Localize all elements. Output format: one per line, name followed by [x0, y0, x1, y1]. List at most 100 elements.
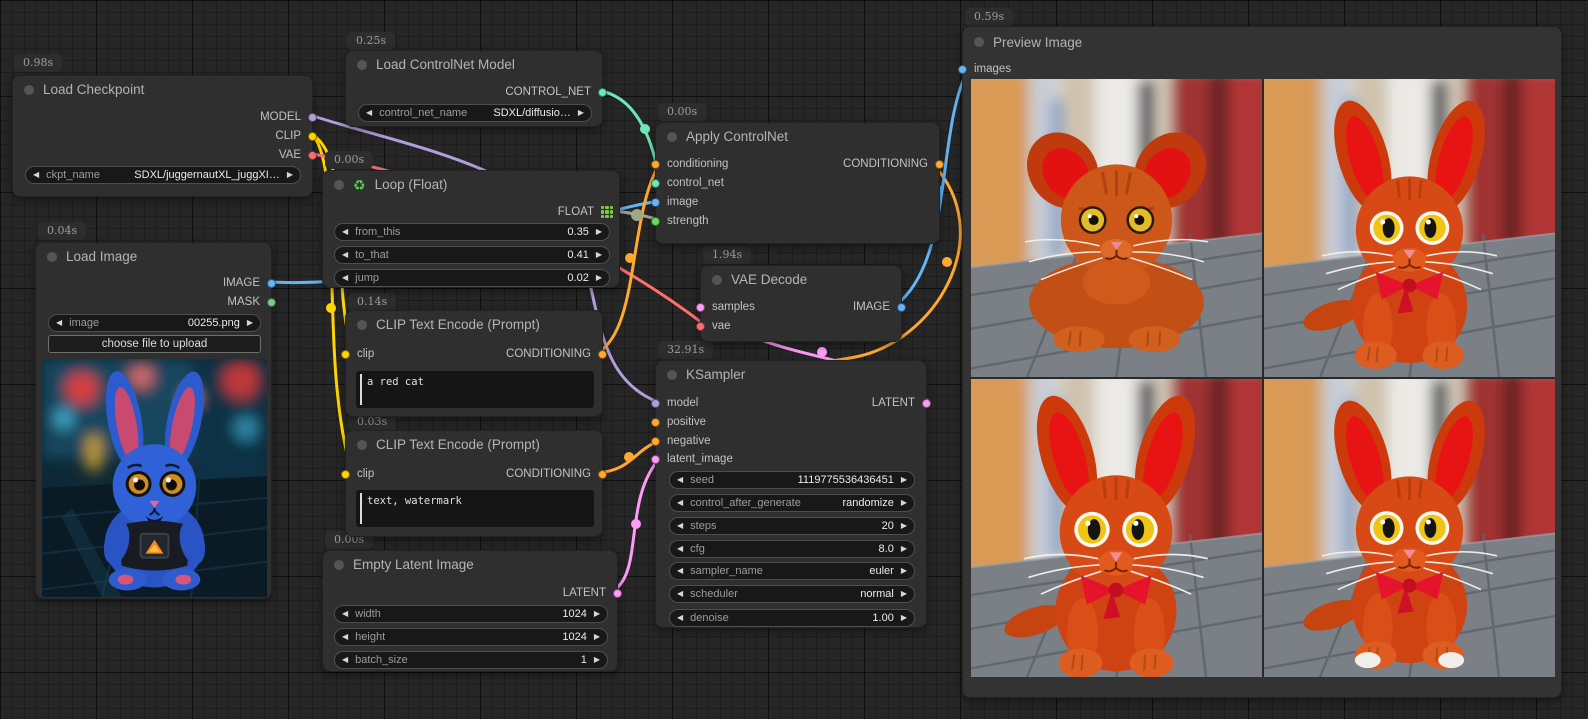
node-title-bar[interactable]: CLIP Text Encode (Prompt) [346, 311, 602, 338]
ckpt-name-widget[interactable]: ◀ ckpt_name SDXL/juggernautXL_juggXI… ▶ [25, 166, 301, 184]
output-slot-clip[interactable]: CLIP [275, 127, 317, 145]
slot-dot[interactable] [598, 470, 607, 479]
slot-dot[interactable] [651, 179, 660, 188]
decrement-arrow-icon[interactable]: ◀ [342, 228, 348, 236]
node-title-bar[interactable]: CLIP Text Encode (Prompt) [346, 431, 602, 458]
slot-dot[interactable] [267, 279, 276, 288]
increment-arrow-icon[interactable]: ▶ [594, 610, 600, 618]
increment-arrow-icon[interactable]: ▶ [901, 590, 907, 598]
increment-arrow-icon[interactable]: ▶ [596, 274, 602, 282]
sampler-name-widget[interactable]: ◀ sampler_name euler ▶ [669, 562, 915, 580]
prompt-textarea[interactable]: text, watermark [356, 490, 594, 527]
decrement-arrow-icon[interactable]: ◀ [677, 614, 683, 622]
increment-arrow-icon[interactable]: ▶ [901, 567, 907, 575]
node-title-bar[interactable]: ♻ Loop (Float) [323, 171, 619, 198]
input-slot-conditioning[interactable]: conditioning [651, 155, 728, 173]
output-slot-mask[interactable]: MASK [227, 293, 276, 311]
output-slot-conditioning[interactable]: CONDITIONING [506, 465, 607, 483]
increment-arrow-icon[interactable]: ▶ [901, 522, 907, 530]
collapse-dot[interactable] [357, 440, 367, 450]
increment-arrow-icon[interactable]: ▶ [287, 171, 293, 179]
collapse-dot[interactable] [357, 320, 367, 330]
scheduler-widget[interactable]: ◀ scheduler normal ▶ [669, 585, 915, 603]
collapse-dot[interactable] [712, 275, 722, 285]
slot-dot[interactable] [897, 303, 906, 312]
node-title-bar[interactable]: VAE Decode [701, 266, 901, 293]
input-slot-strength[interactable]: strength [651, 212, 709, 230]
denoise-widget[interactable]: ◀ denoise 1.00 ▶ [669, 609, 915, 627]
output-slot-image[interactable]: IMAGE [223, 274, 276, 292]
output-slot-float[interactable]: FLOAT [558, 203, 613, 221]
increment-arrow-icon[interactable]: ▶ [594, 633, 600, 641]
collapse-dot[interactable] [334, 180, 344, 190]
output-slot-conditioning[interactable]: CONDITIONING [506, 345, 607, 363]
output-slot-model[interactable]: MODEL [260, 108, 317, 126]
input-slot-model[interactable]: model [651, 394, 698, 412]
node-clip-text-encode-positive[interactable]: CLIP Text Encode (Prompt) clip CONDITION… [345, 310, 603, 417]
slot-dot[interactable] [651, 198, 660, 207]
collapse-dot[interactable] [47, 252, 57, 262]
decrement-arrow-icon[interactable]: ◀ [56, 319, 62, 327]
decrement-arrow-icon[interactable]: ◀ [33, 171, 39, 179]
node-title-bar[interactable]: Preview Image [963, 27, 1561, 57]
collapse-dot[interactable] [334, 560, 344, 570]
node-load-checkpoint[interactable]: Load Checkpoint MODEL CLIP VAE ◀ ckpt_na… [12, 75, 313, 197]
node-title-bar[interactable]: Empty Latent Image [323, 551, 617, 578]
collapse-dot[interactable] [974, 37, 984, 47]
node-vae-decode[interactable]: VAE Decode samples vae IMAGE [700, 265, 902, 342]
node-load-image[interactable]: Load Image IMAGE MASK ◀ image 00255.png … [35, 242, 272, 599]
collapse-dot[interactable] [667, 132, 677, 142]
decrement-arrow-icon[interactable]: ◀ [677, 522, 683, 530]
slot-dot[interactable] [696, 303, 705, 312]
node-load-controlnet-model[interactable]: Load ControlNet Model CONTROL_NET ◀ cont… [345, 50, 603, 127]
preview-image-1[interactable] [971, 79, 1262, 377]
increment-arrow-icon[interactable]: ▶ [247, 319, 253, 327]
steps-widget[interactable]: ◀ steps 20 ▶ [669, 517, 915, 535]
decrement-arrow-icon[interactable]: ◀ [366, 109, 372, 117]
input-slot-samples[interactable]: samples [696, 298, 755, 316]
slot-dot[interactable] [935, 160, 944, 169]
node-title-bar[interactable]: Load Checkpoint [13, 76, 312, 103]
output-slot-image[interactable]: IMAGE [853, 298, 906, 316]
increment-arrow-icon[interactable]: ▶ [901, 545, 907, 553]
decrement-arrow-icon[interactable]: ◀ [677, 590, 683, 598]
decrement-arrow-icon[interactable]: ◀ [342, 610, 348, 618]
node-title-bar[interactable]: Apply ControlNet [656, 123, 939, 150]
slot-dot[interactable] [651, 418, 660, 427]
cfg-widget[interactable]: ◀ cfg 8.0 ▶ [669, 540, 915, 558]
output-slot-control-net[interactable]: CONTROL_NET [505, 83, 607, 101]
seed-widget[interactable]: ◀ seed 1119775536436451 ▶ [669, 471, 915, 489]
slot-dot[interactable] [651, 437, 660, 446]
node-apply-controlnet[interactable]: Apply ControlNet conditioning control_ne… [655, 122, 940, 244]
input-slot-image[interactable]: image [651, 193, 698, 211]
increment-arrow-icon[interactable]: ▶ [901, 476, 907, 484]
decrement-arrow-icon[interactable]: ◀ [342, 633, 348, 641]
output-slot-vae[interactable]: VAE [279, 146, 317, 164]
slot-dot[interactable] [341, 470, 350, 479]
node-title-bar[interactable]: Load Image [36, 243, 271, 270]
slot-dot[interactable] [651, 160, 660, 169]
preview-image-3[interactable] [971, 379, 1262, 677]
float-grid-icon[interactable] [601, 206, 613, 218]
input-slot-vae[interactable]: vae [696, 317, 731, 335]
decrement-arrow-icon[interactable]: ◀ [342, 274, 348, 282]
input-slot-latent-image[interactable]: latent_image [651, 450, 733, 468]
control-net-name-widget[interactable]: ◀ control_net_name SDXL/diffusio… ▶ [358, 104, 592, 122]
increment-arrow-icon[interactable]: ▶ [901, 614, 907, 622]
to-that-widget[interactable]: ◀ to_that 0.41 ▶ [334, 246, 610, 264]
output-slot-latent[interactable]: LATENT [872, 394, 931, 412]
decrement-arrow-icon[interactable]: ◀ [677, 567, 683, 575]
node-preview-image[interactable]: Preview Image images [962, 26, 1562, 698]
prompt-textarea[interactable]: a red cat [356, 371, 594, 408]
collapse-dot[interactable] [667, 370, 677, 380]
node-loop-float[interactable]: ♻ Loop (Float) FLOAT ◀ from_this 0.35 ▶ … [322, 170, 620, 288]
output-slot-conditioning[interactable]: CONDITIONING [843, 155, 944, 173]
image-file-widget[interactable]: ◀ image 00255.png ▶ [48, 314, 261, 332]
slot-dot[interactable] [651, 399, 660, 408]
preview-image-2[interactable] [1264, 79, 1555, 377]
height-widget[interactable]: ◀ height 1024 ▶ [334, 628, 608, 646]
slot-dot[interactable] [696, 322, 705, 331]
decrement-arrow-icon[interactable]: ◀ [677, 545, 683, 553]
collapse-dot[interactable] [357, 60, 367, 70]
decrement-arrow-icon[interactable]: ◀ [677, 476, 683, 484]
